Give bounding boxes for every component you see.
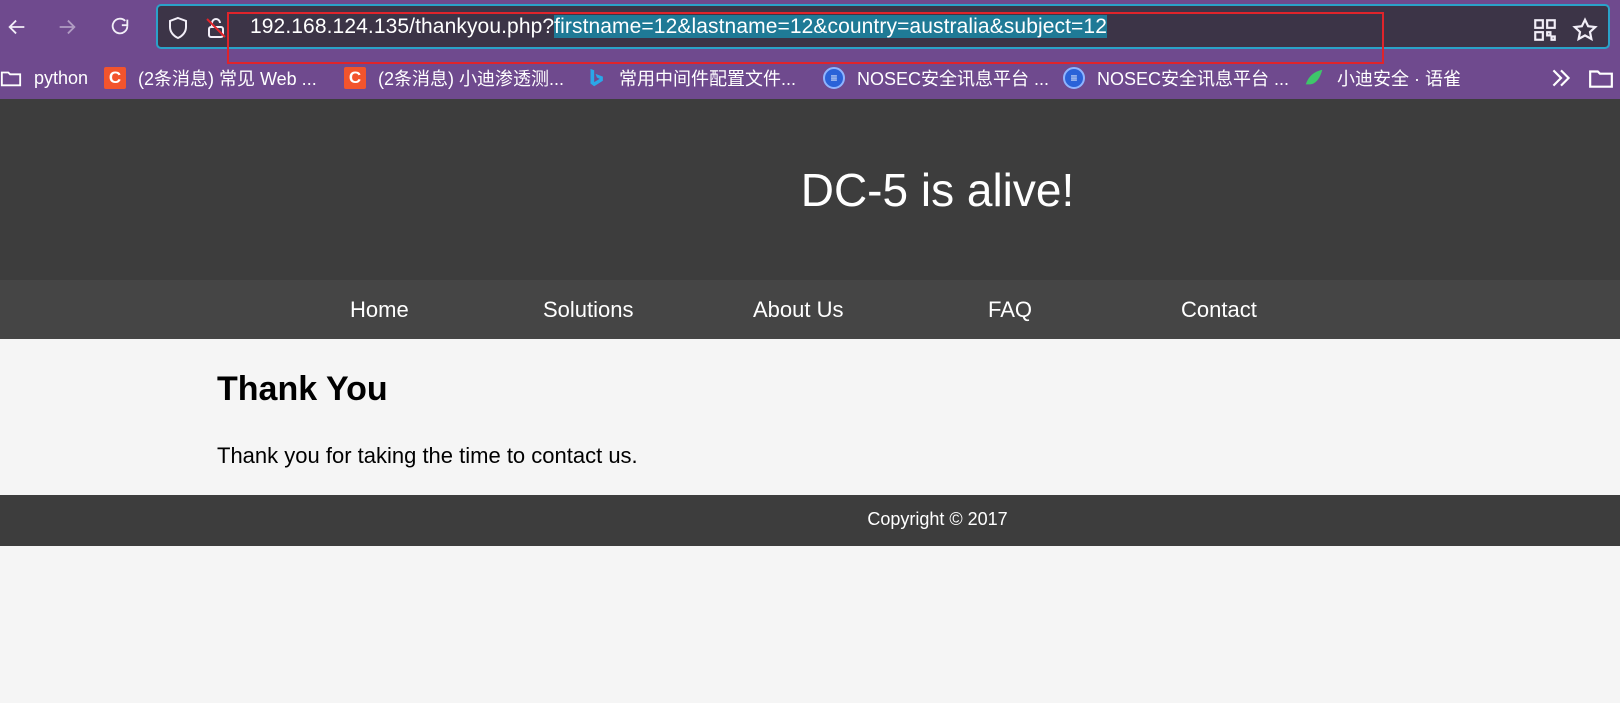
bookmark-python[interactable]: python	[0, 64, 88, 92]
forward-icon[interactable]	[50, 10, 84, 44]
chevron-double-right-icon[interactable]	[1548, 65, 1574, 91]
site-footer: Copyright © 2017	[0, 495, 1620, 546]
star-icon[interactable]	[1572, 17, 1598, 43]
nav-faq-link[interactable]: FAQ	[988, 297, 1032, 323]
folder-icon[interactable]	[1588, 65, 1614, 91]
back-icon[interactable]	[0, 10, 34, 44]
bookmark-label: NOSEC安全讯息平台 ...	[857, 69, 1050, 89]
nosec-icon: ≡	[1063, 67, 1085, 89]
bookmarks-bar: python C (2条消息) 常见 Web ... C (2条消息) 小迪渗透…	[0, 60, 1620, 96]
site-title: DC-5 is alive!	[800, 164, 1075, 216]
bookmark-label: 小迪安全 · 语雀	[1337, 69, 1461, 89]
bookmark-csdn-xiaodi[interactable]: C (2条消息) 小迪渗透测...	[344, 64, 564, 92]
bookmark-label: (2条消息) 常见 Web ...	[138, 69, 317, 89]
csdn-icon: C	[344, 67, 366, 89]
site-header: DC-5 is alive!	[0, 99, 1620, 280]
csdn-icon: C	[104, 67, 126, 89]
nosec-icon: ≡	[823, 67, 845, 89]
site-nav: Home Solutions About Us FAQ Contact	[0, 280, 1620, 339]
qr-code-icon[interactable]	[1532, 17, 1558, 43]
bookmark-middleware-config[interactable]: 常用中间件配置文件...	[585, 64, 796, 92]
bookmark-csdn-web[interactable]: C (2条消息) 常见 Web ...	[104, 64, 317, 92]
yuque-icon	[1303, 67, 1325, 89]
page-heading: Thank You	[217, 370, 388, 408]
url-highlight-annotation	[227, 12, 1384, 64]
lock-warning-icon[interactable]	[204, 16, 228, 40]
folder-icon	[0, 67, 22, 89]
bookmark-yuque[interactable]: 小迪安全 · 语雀	[1303, 64, 1461, 92]
thank-you-message: Thank you for taking the time to contact…	[217, 443, 638, 468]
bookmark-label: 常用中间件配置文件...	[619, 69, 797, 89]
bookmark-nosec-1[interactable]: ≡ NOSEC安全讯息平台 ...	[823, 64, 1049, 92]
reload-icon[interactable]	[103, 10, 137, 44]
nav-home-link[interactable]: Home	[350, 297, 409, 323]
nav-contact-link[interactable]: Contact	[1181, 297, 1257, 323]
bookmark-nosec-2[interactable]: ≡ NOSEC安全讯息平台 ...	[1063, 64, 1289, 92]
nav-solutions-link[interactable]: Solutions	[543, 297, 634, 323]
bookmark-label: (2条消息) 小迪渗透测...	[378, 69, 565, 89]
shield-icon[interactable]	[166, 16, 190, 40]
bing-icon	[585, 67, 607, 89]
main-content: Thank You Thank you for taking the time …	[0, 339, 1620, 495]
browser-toolbar: 192.168.124.135/thankyou.php?firstname=1…	[0, 0, 1620, 64]
bookmark-label: python	[34, 67, 89, 88]
nav-about-us-link[interactable]: About Us	[753, 297, 844, 323]
browser-chrome: 192.168.124.135/thankyou.php?firstname=1…	[0, 0, 1620, 99]
bookmark-label: NOSEC安全讯息平台 ...	[1097, 69, 1290, 89]
copyright-text: Copyright © 2017	[867, 509, 1008, 529]
